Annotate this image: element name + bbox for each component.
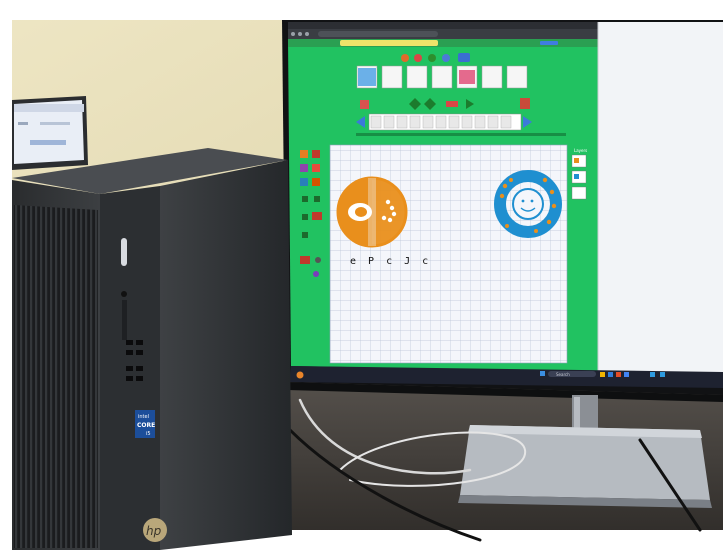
start-icon[interactable] <box>540 371 545 376</box>
timeline-slider[interactable] <box>356 133 566 136</box>
move-tool-icon[interactable] <box>302 214 308 220</box>
audio-jack <box>121 291 127 297</box>
share-icon[interactable] <box>458 53 470 62</box>
scene-svg: e P c J c Layers Search intel CORE i5 hp <box>0 0 723 550</box>
usb-port-8[interactable] <box>136 376 143 381</box>
usb-port-7[interactable] <box>126 376 133 381</box>
address-field[interactable] <box>318 31 438 37</box>
store-icon[interactable] <box>624 372 629 377</box>
eye-icon[interactable] <box>442 54 450 62</box>
frame-strip <box>356 113 532 131</box>
usb-port-5[interactable] <box>126 366 133 371</box>
svg-text:CORE: CORE <box>137 422 155 429</box>
eraser-icon[interactable] <box>414 54 422 62</box>
size-tool-icon[interactable] <box>302 196 308 202</box>
undo-icon[interactable] <box>300 256 310 264</box>
forward-icon[interactable] <box>298 32 302 36</box>
orange-face-drawing <box>336 176 408 248</box>
usb-port-6[interactable] <box>136 366 143 371</box>
select-tool-icon[interactable] <box>300 164 308 172</box>
back-icon[interactable] <box>291 32 295 36</box>
main-monitor: e P c J c Layers Search <box>282 20 723 402</box>
svg-text:hp: hp <box>146 524 162 538</box>
power-button[interactable] <box>121 238 127 266</box>
svg-text:Layers: Layers <box>574 148 587 153</box>
usb-port-2[interactable] <box>136 340 143 345</box>
pencil-icon[interactable] <box>401 54 409 62</box>
thumb-6[interactable] <box>481 65 503 89</box>
drawing-caption: e P c J c <box>350 256 431 267</box>
trash-icon[interactable] <box>360 100 369 109</box>
fill-tool-icon[interactable] <box>312 178 320 186</box>
thumb-7[interactable] <box>506 65 528 89</box>
reload-icon[interactable] <box>305 32 309 36</box>
opacity-tool-icon[interactable] <box>314 196 320 202</box>
sample-thumbnails <box>356 65 528 89</box>
chrome-icon[interactable] <box>616 372 621 377</box>
login-button[interactable] <box>540 41 558 45</box>
record-icon[interactable] <box>446 101 458 107</box>
logo-banner <box>340 40 438 46</box>
thumb-2[interactable] <box>381 65 403 89</box>
pc-tower: intel CORE i5 hp <box>12 148 292 550</box>
redo-icon[interactable] <box>315 257 321 263</box>
onion-icon[interactable] <box>313 271 319 277</box>
left-monitor <box>12 96 88 170</box>
color-tool-icon[interactable] <box>312 212 322 220</box>
zoom-tool-icon[interactable] <box>302 232 308 238</box>
explorer-icon[interactable] <box>600 372 605 377</box>
thumb-3[interactable] <box>406 65 428 89</box>
svg-text:i5: i5 <box>146 431 151 437</box>
usb-port-1[interactable] <box>126 340 133 345</box>
line-tool-icon[interactable] <box>312 164 320 172</box>
thumb-4[interactable] <box>431 65 453 89</box>
photo-scene: e P c J c Layers Search intel CORE i5 hp <box>0 0 723 550</box>
usb-port-3[interactable] <box>126 350 133 355</box>
settings-icon[interactable] <box>520 98 530 109</box>
shape-tool-icon[interactable] <box>300 178 308 186</box>
taskbar-app-icon[interactable] <box>296 371 304 379</box>
pen-tool-icon[interactable] <box>312 150 320 158</box>
tray-icon[interactable] <box>650 372 655 377</box>
svg-text:intel: intel <box>138 414 149 420</box>
layers-panel: Layers <box>571 148 587 200</box>
svg-text:Search: Search <box>556 372 570 377</box>
tray-icon-2[interactable] <box>660 372 665 377</box>
brush-tool-icon[interactable] <box>300 150 308 158</box>
fill-icon[interactable] <box>428 54 436 62</box>
front-vents <box>14 205 98 548</box>
layer-3[interactable] <box>571 186 587 200</box>
edge-icon[interactable] <box>608 372 613 377</box>
usb-port-4[interactable] <box>136 350 143 355</box>
right-window <box>598 22 723 378</box>
